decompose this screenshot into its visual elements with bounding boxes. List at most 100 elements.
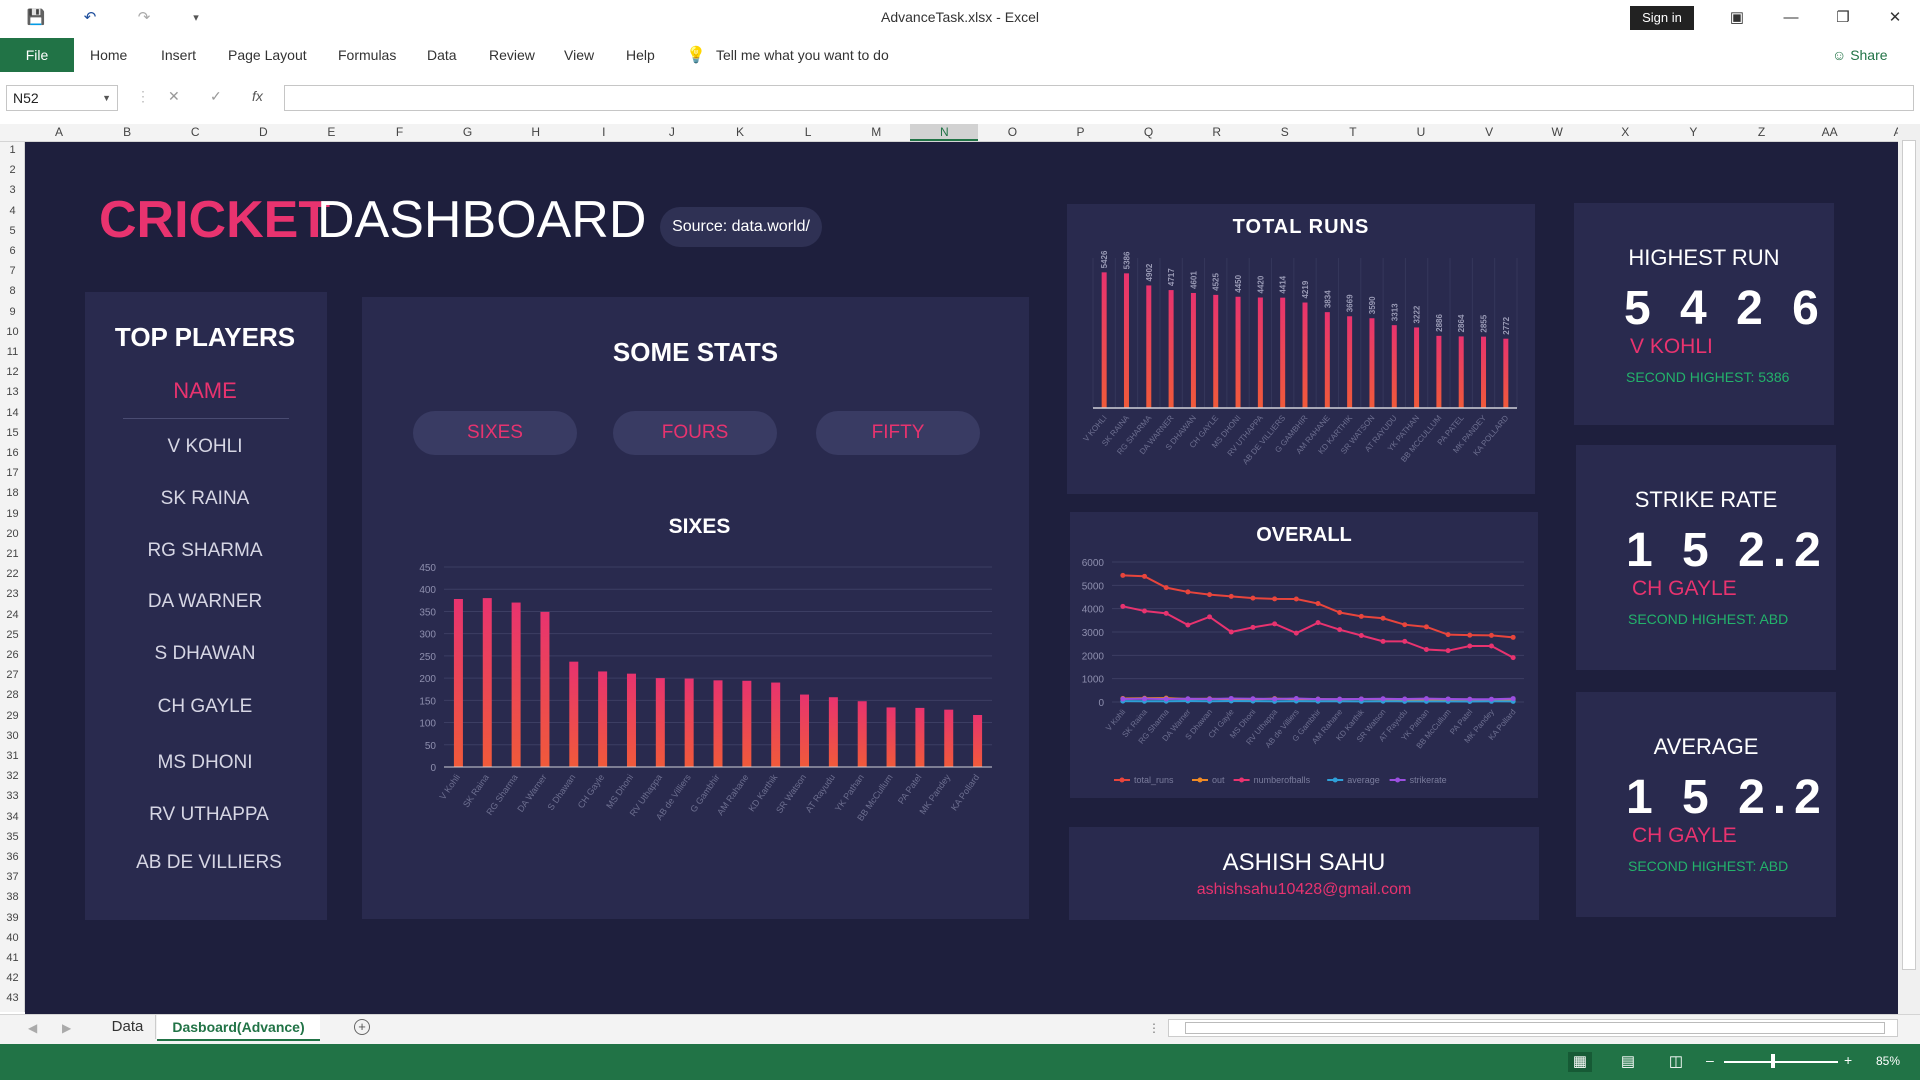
ribbon-display-options-icon[interactable]: ▣ xyxy=(1722,6,1752,30)
row-header[interactable]: 25 xyxy=(0,629,25,641)
zoom-slider-thumb[interactable] xyxy=(1771,1054,1775,1068)
row-header[interactable]: 15 xyxy=(0,427,25,439)
row-header[interactable]: 42 xyxy=(0,972,25,984)
column-header[interactable]: T xyxy=(1319,125,1387,139)
row-header[interactable]: 29 xyxy=(0,710,25,722)
row-header[interactable]: 34 xyxy=(0,811,25,823)
row-header[interactable]: 32 xyxy=(0,770,25,782)
column-header[interactable]: G xyxy=(434,125,502,139)
row-header[interactable]: 6 xyxy=(0,245,25,257)
row-header[interactable]: 5 xyxy=(0,225,25,237)
tab-review[interactable]: Review xyxy=(489,47,535,63)
normal-view-icon[interactable]: ▦ xyxy=(1568,1052,1592,1072)
row-header[interactable]: 36 xyxy=(0,851,25,863)
row-header[interactable]: 16 xyxy=(0,447,25,459)
tab-insert[interactable]: Insert xyxy=(161,47,196,63)
row-header[interactable]: 35 xyxy=(0,831,25,843)
row-header[interactable]: 38 xyxy=(0,891,25,903)
tab-home[interactable]: Home xyxy=(90,47,127,63)
row-header[interactable]: 17 xyxy=(0,467,25,479)
row-header[interactable]: 26 xyxy=(0,649,25,661)
next-sheet-icon[interactable]: ▶ xyxy=(62,1021,71,1035)
column-header[interactable]: F xyxy=(366,125,434,139)
row-header[interactable]: 30 xyxy=(0,730,25,742)
row-header[interactable]: 9 xyxy=(0,306,25,318)
column-header[interactable]: A xyxy=(25,125,93,139)
column-header[interactable]: AA xyxy=(1796,125,1864,139)
row-header[interactable]: 23 xyxy=(0,588,25,600)
row-header[interactable]: 21 xyxy=(0,548,25,560)
row-header[interactable]: 43 xyxy=(0,992,25,1004)
row-header[interactable]: 13 xyxy=(0,386,25,398)
row-header[interactable]: 20 xyxy=(0,528,25,540)
sheet-tab-dashboard[interactable]: Dasboard(Advance) xyxy=(157,1015,320,1041)
column-header[interactable]: O xyxy=(978,125,1046,139)
row-header[interactable]: 37 xyxy=(0,871,25,883)
row-header[interactable]: 12 xyxy=(0,366,25,378)
row-header[interactable]: 2 xyxy=(0,164,25,176)
row-header[interactable]: 1 xyxy=(0,144,25,156)
tab-data[interactable]: Data xyxy=(427,47,457,63)
sign-in-button[interactable]: Sign in xyxy=(1630,6,1694,30)
insert-function-icon[interactable]: fx xyxy=(252,88,263,104)
scrollbar-thumb[interactable] xyxy=(1902,140,1916,970)
column-header[interactable]: U xyxy=(1387,125,1455,139)
tell-me-search[interactable]: Tell me what you want to do xyxy=(716,47,889,63)
column-header[interactable]: S xyxy=(1251,125,1319,139)
sheet-tab-data[interactable]: Data xyxy=(100,1015,156,1039)
column-header[interactable]: D xyxy=(229,125,297,139)
column-header[interactable]: P xyxy=(1047,125,1115,139)
row-header[interactable]: 7 xyxy=(0,265,25,277)
fours-button[interactable]: FOURS xyxy=(613,411,777,455)
column-header[interactable]: I xyxy=(570,125,638,139)
row-header[interactable]: 18 xyxy=(0,487,25,499)
row-header[interactable]: 11 xyxy=(0,346,25,358)
zoom-in-icon[interactable]: + xyxy=(1844,1052,1852,1068)
tab-view[interactable]: View xyxy=(564,47,594,63)
column-header[interactable]: J xyxy=(638,125,706,139)
column-header[interactable]: C xyxy=(161,125,229,139)
sixes-button[interactable]: SIXES xyxy=(413,411,577,455)
row-header[interactable]: 40 xyxy=(0,932,25,944)
row-header[interactable]: 10 xyxy=(0,326,25,338)
row-header[interactable]: 39 xyxy=(0,912,25,924)
row-header[interactable]: 8 xyxy=(0,285,25,297)
column-header[interactable]: R xyxy=(1183,125,1251,139)
row-header[interactable]: 14 xyxy=(0,407,25,419)
cancel-icon[interactable]: ✕ xyxy=(168,88,180,105)
column-header[interactable]: N xyxy=(910,124,979,141)
fifty-button[interactable]: FIFTY xyxy=(816,411,980,455)
page-break-view-icon[interactable]: ◫ xyxy=(1664,1052,1688,1072)
column-header[interactable]: E xyxy=(297,125,365,139)
page-layout-view-icon[interactable]: ▤ xyxy=(1616,1052,1640,1072)
scrollbar-thumb[interactable] xyxy=(1185,1022,1885,1034)
close-icon[interactable]: ✕ xyxy=(1880,6,1910,30)
tab-file[interactable]: File xyxy=(0,38,74,72)
column-header[interactable]: Z xyxy=(1728,125,1796,139)
row-header[interactable]: 41 xyxy=(0,952,25,964)
previous-sheet-icon[interactable]: ◀ xyxy=(28,1021,37,1035)
share-button[interactable]: ☺ Share xyxy=(1832,47,1888,63)
zoom-out-icon[interactable]: – xyxy=(1706,1052,1714,1068)
restore-icon[interactable]: ❐ xyxy=(1828,6,1858,30)
vertical-scrollbar[interactable] xyxy=(1898,124,1920,1014)
row-header[interactable]: 4 xyxy=(0,205,25,217)
row-header[interactable]: 28 xyxy=(0,689,25,701)
name-box[interactable]: N52 ▼ xyxy=(6,85,118,111)
row-header[interactable]: 33 xyxy=(0,790,25,802)
column-header[interactable]: H xyxy=(502,125,570,139)
column-header[interactable]: M xyxy=(842,125,910,139)
column-header[interactable]: L xyxy=(774,125,842,139)
column-header[interactable]: W xyxy=(1523,125,1591,139)
column-header[interactable]: Q xyxy=(1115,125,1183,139)
column-header[interactable]: B xyxy=(93,125,161,139)
row-header[interactable]: 24 xyxy=(0,609,25,621)
chevron-down-icon[interactable]: ▼ xyxy=(102,86,111,110)
tab-page-layout[interactable]: Page Layout xyxy=(228,47,307,63)
row-header[interactable]: 31 xyxy=(0,750,25,762)
row-header[interactable]: 19 xyxy=(0,508,25,520)
row-header[interactable]: 27 xyxy=(0,669,25,681)
formula-input[interactable] xyxy=(284,85,1914,111)
column-header[interactable]: X xyxy=(1591,125,1659,139)
zoom-slider[interactable] xyxy=(1724,1061,1838,1063)
